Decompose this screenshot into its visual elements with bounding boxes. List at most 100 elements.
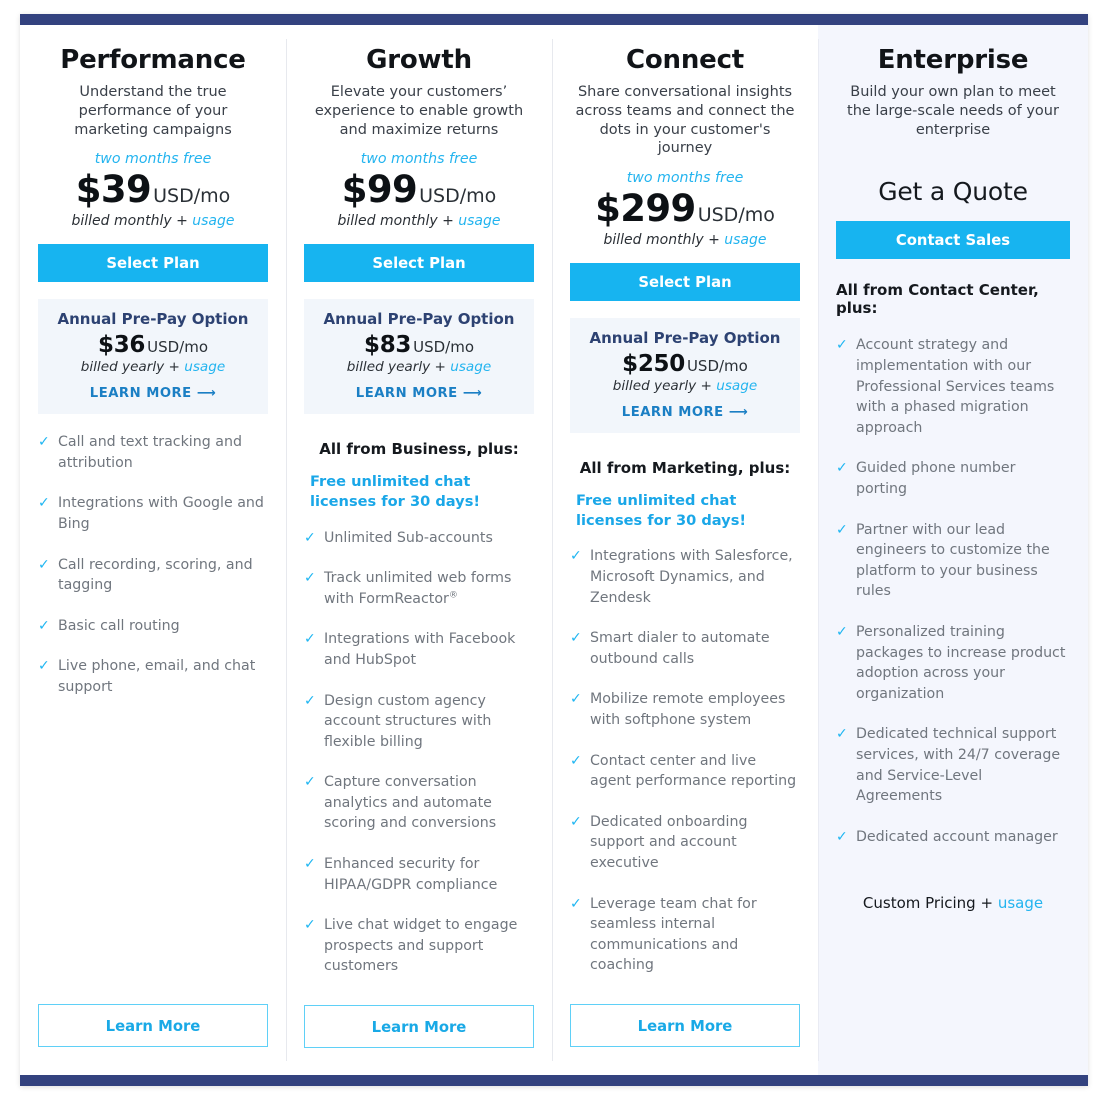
- learn-more-button[interactable]: Learn More: [570, 1004, 800, 1047]
- feature-text: Mobilize remote employees with softphone…: [590, 691, 786, 728]
- learn-more-button[interactable]: Learn More: [304, 1005, 534, 1049]
- check-icon: ✓: [836, 726, 848, 743]
- plan-column-enterprise: Enterprise Build your own plan to meet t…: [818, 25, 1088, 1075]
- feature-text: Design custom agency account structures …: [324, 692, 492, 750]
- pricing-card: Performance Understand the true performa…: [20, 14, 1088, 1086]
- promo-note: two months free: [360, 151, 478, 168]
- list-item: ✓ Contact center and live agent performan…: [570, 751, 800, 792]
- list-item: ✓ Guided phone number porting: [836, 458, 1070, 499]
- prepay-learn-more-link[interactable]: LEARN MORE ⟶: [90, 386, 216, 401]
- price-unit: USD/mo: [419, 185, 497, 208]
- learn-more-button[interactable]: Learn More: [38, 1004, 268, 1047]
- prepay-unit: USD/mo: [413, 337, 475, 356]
- feature-text: Call and text tracking and attribution: [58, 434, 242, 471]
- feature-text: Contact center and live agent performanc…: [590, 752, 797, 790]
- check-icon: ✓: [304, 917, 316, 934]
- prepay-amount: $36: [97, 331, 146, 358]
- plan-description: Share conversational insights across tea…: [575, 83, 795, 157]
- pricing-page: Performance Understand the true performa…: [0, 0, 1108, 1108]
- usage-link[interactable]: usage: [458, 213, 500, 229]
- check-icon: ✓: [38, 658, 50, 675]
- list-item: ✓ Integrations with Salesforce, Microsoft…: [570, 546, 800, 608]
- page-title: Performance: [60, 45, 246, 75]
- page-title: Growth: [366, 45, 472, 75]
- check-icon: ✓: [38, 617, 50, 634]
- usage-link[interactable]: usage: [184, 359, 225, 375]
- prepay-learn-more-link[interactable]: LEARN MORE ⟶: [356, 386, 482, 401]
- price-amount: $99: [341, 168, 418, 212]
- price-amount: $39: [75, 168, 152, 212]
- prepay-unit: USD/mo: [147, 337, 209, 356]
- select-plan-button[interactable]: Select Plan: [38, 243, 268, 282]
- plan-column-performance: Performance Understand the true performa…: [20, 25, 286, 1075]
- feature-text: Dedicated account manager: [856, 828, 1058, 845]
- bottom-accent-bar: [20, 1075, 1088, 1086]
- check-icon: ✓: [304, 631, 316, 648]
- feature-text: Dedicated onboarding support and account…: [590, 813, 748, 871]
- list-item: ✓ Enhanced security for HIPAA/GDPR compli…: [304, 854, 534, 895]
- check-icon: ✓: [570, 691, 582, 708]
- usage-link[interactable]: usage: [716, 378, 757, 394]
- prepay-billed: billed yearly + usage: [580, 378, 790, 394]
- prepay-price-row: $36 USD/mo: [48, 331, 258, 358]
- list-item: ✓ Integrations with Facebook and HubSpot: [304, 629, 534, 670]
- list-item: ✓ Dedicated technical support services, w…: [836, 724, 1070, 806]
- feature-text: Personalized training packages to increa…: [856, 623, 1066, 702]
- feature-text: Call recording, scoring, and tagging: [58, 556, 253, 594]
- list-item: ✓ Dedicated account manager: [836, 827, 1070, 848]
- usage-link[interactable]: usage: [724, 232, 766, 248]
- prepay-billed-text: billed yearly +: [346, 359, 451, 376]
- plan-description: Elevate your customers’ experience to en…: [314, 83, 524, 138]
- billed-text: billed monthly +: [603, 231, 725, 248]
- check-icon: ✓: [304, 570, 316, 587]
- top-accent-bar: [20, 14, 1088, 25]
- check-icon: ✓: [304, 774, 316, 791]
- usage-link[interactable]: usage: [192, 213, 234, 229]
- promo-note: two months free: [94, 151, 212, 168]
- feature-list: ✓ Account strategy and implementation wit…: [836, 335, 1070, 867]
- check-icon: ✓: [570, 752, 582, 769]
- check-icon: ✓: [304, 529, 316, 546]
- check-icon: ✓: [570, 630, 582, 647]
- price-amount: $299: [595, 186, 696, 230]
- feature-text: Integrations with Salesforce, Microsoft …: [590, 548, 793, 606]
- list-item: ✓ Call and text tracking and attribution: [38, 432, 268, 473]
- prepay-billed-text: billed yearly +: [612, 378, 717, 395]
- feature-text: Account strategy and implementation with…: [856, 337, 1055, 436]
- check-icon: ✓: [570, 895, 582, 912]
- prepay-learn-more-link[interactable]: LEARN MORE ⟶: [622, 405, 748, 420]
- feature-text: Basic call routing: [58, 617, 180, 634]
- usage-link[interactable]: usage: [998, 894, 1043, 912]
- prepay-title: Annual Pre-Pay Option: [589, 328, 781, 347]
- list-item: ✓ Partner with our lead engineers to cust…: [836, 520, 1070, 602]
- feature-text: Integrations with Google and Bing: [58, 495, 264, 532]
- billed-note: billed monthly + usage: [304, 213, 534, 229]
- feature-list: ✓ Call and text tracking and attribution …: [38, 432, 268, 717]
- price-row: $39 USD/mo: [38, 168, 268, 212]
- list-item: ✓ Live chat widget to engage prospects an…: [304, 915, 534, 977]
- feature-text: Guided phone number porting: [856, 460, 1016, 497]
- plan-columns: Performance Understand the true performa…: [20, 25, 1088, 1075]
- feature-text: Capture conversation analytics and autom…: [324, 774, 497, 832]
- check-icon: ✓: [836, 623, 848, 640]
- usage-link[interactable]: usage: [450, 359, 491, 375]
- contact-sales-button[interactable]: Contact Sales: [836, 221, 1070, 260]
- prepay-price-row: $250 USD/mo: [580, 351, 790, 377]
- plan-column-connect: Connect Share conversational insights ac…: [552, 25, 818, 1075]
- price-row: $99 USD/mo: [304, 168, 534, 212]
- billed-note: billed monthly + usage: [570, 232, 800, 248]
- feature-text: Live chat widget to engage prospects and…: [324, 917, 518, 975]
- list-item: ✓ Call recording, scoring, and tagging: [38, 555, 268, 596]
- annual-prepay-box: Annual Pre-Pay Option $83 USD/mo billed y…: [304, 298, 534, 415]
- check-icon: ✓: [836, 460, 848, 477]
- annual-prepay-box: Annual Pre-Pay Option $36 USD/mo billed y…: [38, 298, 268, 415]
- select-plan-button[interactable]: Select Plan: [570, 262, 800, 301]
- check-icon: ✓: [38, 434, 50, 451]
- list-item: ✓ Leverage team chat for seamless interna…: [570, 894, 800, 976]
- section-heading: All from Contact Center, plus:: [836, 281, 1039, 318]
- page-title: Connect: [625, 45, 745, 75]
- check-icon: ✓: [836, 337, 848, 354]
- select-plan-button[interactable]: Select Plan: [304, 243, 534, 282]
- feature-text: Partner with our lead engineers to custo…: [856, 521, 1050, 600]
